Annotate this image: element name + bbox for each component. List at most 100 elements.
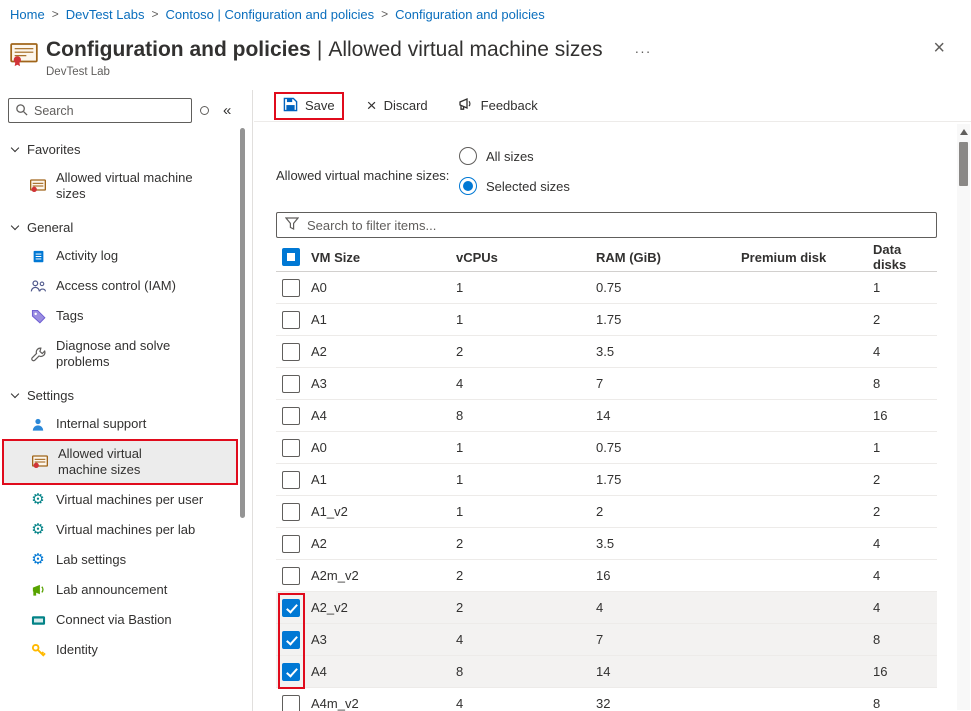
row-checkbox[interactable] [282, 663, 300, 681]
row-checkbox[interactable] [282, 599, 300, 617]
breadcrumb-devtest-labs[interactable]: DevTest Labs [66, 7, 145, 22]
row-checkbox[interactable] [282, 343, 300, 361]
table-row[interactable]: A0 1 0.75 1 [276, 432, 937, 464]
breadcrumb-separator: > [381, 7, 388, 21]
breadcrumb-contoso-config[interactable]: Contoso | Configuration and policies [165, 7, 374, 22]
discard-button[interactable]: × Discard [360, 95, 435, 116]
sidebar-item-connect-bastion[interactable]: Connect via Bastion [0, 605, 238, 635]
column-header-premium-disk[interactable]: Premium disk [736, 250, 868, 265]
sidebar-item-allowed-vm-sizes-favorite[interactable]: Allowed virtual machine sizes [0, 163, 238, 209]
sidebar-section-settings[interactable]: Settings [0, 381, 252, 409]
table-row[interactable]: A2_v2 2 4 4 [276, 592, 937, 624]
sidebar-section-favorites[interactable]: Favorites [0, 135, 252, 163]
cell-vm-size: A4 [306, 408, 451, 423]
feedback-button[interactable]: Feedback [451, 94, 545, 117]
row-checkbox[interactable] [282, 311, 300, 329]
sidebar-item-identity[interactable]: Identity [0, 635, 238, 665]
collapse-sidebar-icon[interactable]: « [223, 102, 231, 119]
table-row[interactable]: A4m_v2 4 32 8 [276, 688, 937, 711]
cell-vcpus: 2 [451, 344, 591, 359]
column-header-ram[interactable]: RAM (GiB) [591, 250, 736, 265]
table-row[interactable]: A4 8 14 16 [276, 400, 937, 432]
more-options-icon[interactable]: ··· [634, 43, 651, 59]
table-row[interactable]: A3 4 7 8 [276, 368, 937, 400]
cell-vm-size: A2 [306, 344, 451, 359]
sidebar-search-input[interactable] [34, 104, 185, 118]
scrollbar-thumb[interactable] [959, 142, 968, 186]
breadcrumb: Home > DevTest Labs > Contoso | Configur… [0, 0, 971, 28]
page-title-primary: Configuration and policies [46, 38, 311, 61]
table-row[interactable]: A3 4 7 8 [276, 624, 937, 656]
row-checkbox[interactable] [282, 279, 300, 297]
row-checkbox[interactable] [282, 439, 300, 457]
sidebar-scrollbar[interactable] [240, 128, 245, 518]
sidebar-item-vm-per-user[interactable]: ⚙ Virtual machines per user [0, 485, 238, 515]
sidebar-item-diagnose[interactable]: Diagnose and solve problems [0, 331, 238, 377]
sidebar-item-activity-log[interactable]: Activity log [0, 241, 238, 271]
breadcrumb-config-policies[interactable]: Configuration and policies [395, 7, 545, 22]
breadcrumb-separator: > [52, 7, 59, 21]
cell-data-disks: 8 [868, 696, 937, 711]
refresh-icon[interactable] [200, 106, 209, 115]
section-label: Settings [27, 388, 74, 403]
sidebar-section-general[interactable]: General [0, 213, 252, 241]
table-row[interactable]: A2 2 3.5 4 [276, 336, 937, 368]
cell-ram: 3.5 [591, 536, 736, 551]
main-scrollbar[interactable] [957, 124, 970, 710]
sidebar-item-lab-announcement[interactable]: Lab announcement [0, 575, 238, 605]
main-panel: Save × Discard Feedback Allowed virtual … [254, 90, 971, 711]
search-icon [15, 103, 28, 119]
row-checkbox[interactable] [282, 695, 300, 711]
table-row[interactable]: A1 1 1.75 2 [276, 304, 937, 336]
scroll-up-icon[interactable] [960, 129, 968, 135]
sidebar-item-vm-per-lab[interactable]: ⚙ Virtual machines per lab [0, 515, 238, 545]
filter-box[interactable] [276, 212, 937, 238]
save-button[interactable]: Save [276, 94, 342, 118]
table-row[interactable]: A4 8 14 16 [276, 656, 937, 688]
filter-input[interactable] [307, 218, 928, 233]
radio-option-all-sizes[interactable]: All sizes [459, 146, 570, 166]
cell-vm-size: A2 [306, 536, 451, 551]
column-header-data-disks[interactable]: Data disks [868, 242, 937, 272]
sidebar-item-lab-settings[interactable]: ⚙ Lab settings [0, 545, 238, 575]
sidebar-item-allowed-vm-sizes[interactable]: Allowed virtual machine sizes [2, 439, 238, 485]
cell-vm-size: A4 [306, 664, 451, 679]
cell-data-disks: 16 [868, 664, 937, 679]
row-checkbox[interactable] [282, 503, 300, 521]
chevron-down-icon [11, 221, 19, 229]
table-row[interactable]: A2m_v2 2 16 4 [276, 560, 937, 592]
radio-group: All sizes Selected sizes [459, 138, 570, 196]
radio-option-selected-sizes[interactable]: Selected sizes [459, 176, 570, 196]
sidebar-item-access-control[interactable]: Access control (IAM) [0, 271, 238, 301]
radio-icon[interactable] [459, 147, 477, 165]
row-checkbox[interactable] [282, 407, 300, 425]
row-checkbox[interactable] [282, 567, 300, 585]
row-checkbox[interactable] [282, 375, 300, 393]
cell-vcpus: 4 [451, 376, 591, 391]
cell-ram: 1.75 [591, 312, 736, 327]
close-icon[interactable]: × [933, 38, 945, 58]
sidebar-searchbox[interactable] [8, 98, 192, 123]
cell-ram: 7 [591, 632, 736, 647]
sidebar-item-tags[interactable]: Tags [0, 301, 238, 331]
blade-content: Allowed virtual machine sizes: All sizes… [254, 122, 971, 711]
sidebar-item-internal-support[interactable]: Internal support [0, 409, 238, 439]
table-row[interactable]: A1 1 1.75 2 [276, 464, 937, 496]
sidebar-item-label: Diagnose and solve problems [56, 338, 207, 370]
sidebar-item-label: Virtual machines per lab [56, 522, 195, 538]
table-row[interactable]: A0 1 0.75 1 [276, 272, 937, 304]
row-checkbox[interactable] [282, 631, 300, 649]
cell-vm-size: A1_v2 [306, 504, 451, 519]
table-row[interactable]: A2 2 3.5 4 [276, 528, 937, 560]
table-row[interactable]: A1_v2 1 2 2 [276, 496, 937, 528]
select-all-checkbox[interactable] [282, 248, 300, 266]
cell-data-disks: 16 [868, 408, 937, 423]
row-checkbox[interactable] [282, 471, 300, 489]
column-header-vcpus[interactable]: vCPUs [451, 250, 591, 265]
breadcrumb-home[interactable]: Home [10, 7, 45, 22]
cell-ram: 1.75 [591, 472, 736, 487]
radio-icon-selected[interactable] [459, 177, 477, 195]
row-checkbox[interactable] [282, 535, 300, 553]
column-header-vm-size[interactable]: VM Size [306, 250, 451, 265]
sidebar-item-label: Activity log [56, 248, 118, 264]
